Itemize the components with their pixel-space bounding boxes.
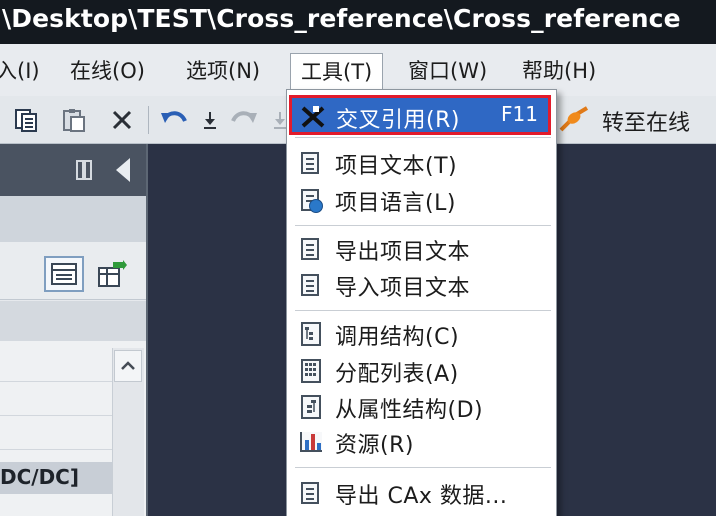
detail-view-button[interactable]: [44, 256, 84, 292]
list-row[interactable]: [0, 348, 112, 382]
window-title: \Desktop\TEST\Cross_reference\Cross_refe…: [2, 4, 681, 33]
dependency-structure-icon: [299, 394, 323, 420]
collapse-arrow-icon[interactable]: [116, 158, 130, 182]
menu-item-cross-reference[interactable]: 交叉引用(R) F11: [289, 95, 551, 135]
scroll-up-icon[interactable]: [114, 350, 142, 382]
menu-item-export-project-texts[interactable]: 导出项目文本: [295, 231, 549, 267]
menu-item-resources[interactable]: 资源(R): [295, 424, 549, 460]
document-icon: [299, 150, 323, 176]
menu-online[interactable]: 在线(O): [70, 55, 145, 87]
go-online-label[interactable]: 转至在线: [602, 105, 690, 137]
scrollbar[interactable]: [112, 348, 144, 516]
delete-icon[interactable]: [106, 104, 138, 136]
assignment-list-icon: [299, 358, 323, 384]
menu-item-label: 从属性结构(D): [335, 398, 484, 423]
pin-icon[interactable]: [76, 160, 92, 180]
menu-separator: [295, 467, 551, 468]
document-icon: [299, 272, 323, 298]
panel-band: [0, 196, 146, 242]
menu-item-dependency-structure[interactable]: 从属性结构(D): [295, 389, 549, 425]
menu-window[interactable]: 窗口(W): [408, 55, 487, 87]
export-table-icon[interactable]: [92, 256, 132, 292]
menu-item-label: 导入项目文本: [335, 276, 471, 301]
list-row-text: DC/DC]: [0, 465, 80, 489]
project-tree-panel: DC/DC]: [0, 144, 148, 516]
undo-icon[interactable]: [158, 104, 190, 136]
redo-icon[interactable]: [228, 104, 260, 136]
resources-icon: [299, 429, 323, 455]
panel-band-lower: [0, 301, 146, 341]
go-online-icon[interactable]: [558, 104, 590, 136]
call-structure-icon: [299, 321, 323, 347]
menu-item-import-project-texts[interactable]: 导入项目文本: [295, 267, 549, 303]
panel-header: [0, 144, 146, 196]
menu-item-shortcut: F11: [501, 102, 538, 126]
menu-item-label: 导出项目文本: [335, 240, 471, 265]
menu-separator: [295, 137, 551, 138]
menu-item-label: 项目文本(T): [335, 154, 458, 179]
menu-item-label: 项目语言(L): [335, 191, 456, 216]
menu-options[interactable]: 选项(N): [186, 55, 260, 87]
menu-separator: [295, 225, 551, 226]
language-icon: [299, 187, 323, 213]
menu-item-assignment-list[interactable]: 分配列表(A): [295, 353, 549, 389]
menu-item-export-cax-data[interactable]: 导出 CAx 数据...: [295, 475, 549, 511]
document-icon: [299, 236, 323, 262]
list-row-selected[interactable]: DC/DC]: [0, 462, 112, 494]
cross-reference-icon: [300, 104, 325, 130]
menu-help[interactable]: 帮助(H): [522, 55, 596, 87]
menu-item-project-languages[interactable]: 项目语言(L): [295, 182, 549, 218]
paste-icon[interactable]: [58, 104, 90, 136]
menu-item-project-texts[interactable]: 项目文本(T): [295, 145, 549, 181]
menu-item-label: 导出 CAx 数据...: [335, 484, 508, 509]
menu-item-label: 资源(R): [335, 433, 414, 458]
undo-dropdown-icon[interactable]: [194, 104, 226, 136]
menu-item-label: 分配列表(A): [335, 362, 459, 387]
menu-item-call-structure[interactable]: 调用结构(C): [295, 316, 549, 352]
menu-item-label: 交叉引用(R): [336, 108, 460, 133]
tools-menu: 交叉引用(R) F11 项目文本(T) 项目语言(L) 导出项目文本 导入项目文…: [286, 89, 557, 516]
menu-item-label: 调用结构(C): [335, 325, 460, 350]
copy-icon[interactable]: [10, 104, 42, 136]
menu-tools[interactable]: 工具(T): [290, 53, 384, 94]
list-row[interactable]: [0, 416, 112, 450]
title-bar: \Desktop\TEST\Cross_reference\Cross_refe…: [0, 0, 716, 44]
list-row[interactable]: [0, 382, 112, 416]
menu-separator: [295, 310, 551, 311]
menu-insert[interactable]: 入(I): [0, 55, 40, 87]
document-icon: [299, 480, 323, 506]
